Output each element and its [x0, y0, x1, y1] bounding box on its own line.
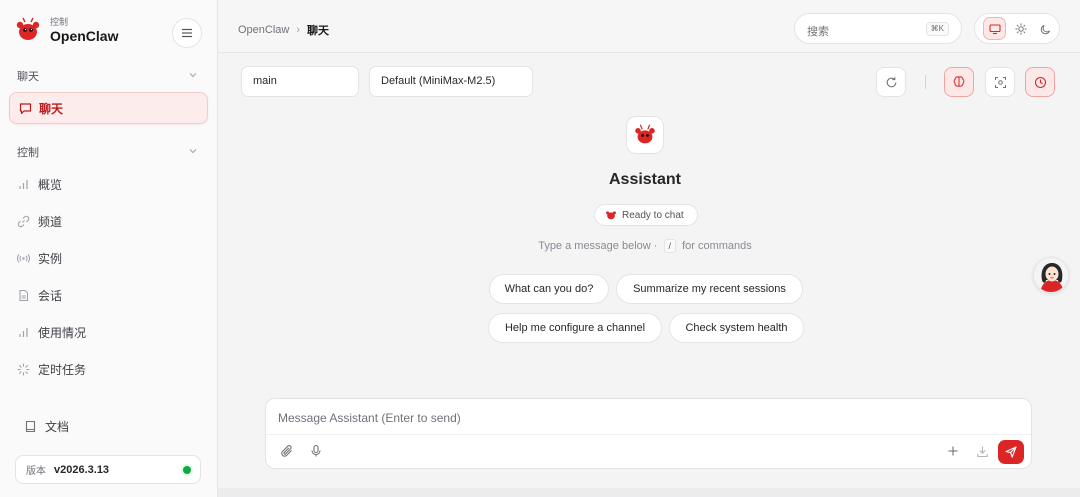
- sidebar-item-label: 聊天: [39, 101, 64, 116]
- sidebar-item-chat[interactable]: 聊天: [9, 92, 208, 124]
- sidebar-item-overview[interactable]: 概览: [17, 174, 62, 194]
- paperclip-icon: [281, 445, 292, 457]
- radio-signal-icon: [17, 253, 30, 263]
- suggestion-chip[interactable]: Summarize my recent sessions: [616, 274, 803, 304]
- theme-system-button[interactable]: [983, 17, 1006, 40]
- lobster-logo-icon: [606, 211, 616, 220]
- thinking-toggle-button[interactable]: [944, 67, 974, 97]
- chevron-down-icon[interactable]: [188, 146, 198, 156]
- sidebar-item-label: 频道: [38, 214, 63, 229]
- chat-bubble-icon: [19, 102, 32, 114]
- slash-key: /: [663, 239, 677, 253]
- sidebar-item-channels[interactable]: 频道: [17, 211, 62, 231]
- bar-chart-icon: [19, 327, 28, 337]
- sidebar-item-sessions[interactable]: 会话: [17, 285, 62, 305]
- version-badge: 版本 v2026.3.13: [15, 455, 201, 484]
- session-select[interactable]: main: [241, 66, 359, 97]
- breadcrumb: OpenClaw › 聊天: [238, 22, 329, 38]
- breadcrumb-current: 聊天: [307, 25, 330, 37]
- menu-icon: [182, 28, 192, 38]
- search-input[interactable]: 搜索 ⌘K: [794, 13, 962, 44]
- status-indicator: [183, 466, 191, 474]
- search-shortcut: ⌘K: [925, 22, 949, 36]
- sidebar-item-label: 概览: [38, 177, 63, 192]
- sun-icon: [1014, 22, 1027, 35]
- download-icon: [976, 446, 988, 457]
- assistant-avatar: [626, 116, 664, 154]
- breadcrumb-separator-icon: ›: [296, 24, 301, 36]
- attach-button[interactable]: [279, 443, 295, 459]
- assistant-name: Assistant: [608, 171, 682, 188]
- search-placeholder: 搜索: [807, 26, 829, 38]
- document-icon: [19, 289, 29, 301]
- version-label: 版本: [26, 466, 46, 477]
- section-chat-label[interactable]: 聊天: [17, 68, 39, 84]
- toolbar-divider: [925, 75, 926, 89]
- lobster-logo-icon: [635, 124, 655, 144]
- voice-input-button[interactable]: [308, 443, 324, 459]
- sidebar-item-label: 定时任务: [38, 362, 87, 377]
- sidebar-item-label: 会话: [38, 288, 63, 303]
- message-composer[interactable]: Message Assistant (Enter to send): [265, 398, 1032, 469]
- sidebar-toggle-button[interactable]: [172, 18, 202, 48]
- book-icon: [25, 420, 36, 433]
- user-avatar-icon: [1034, 258, 1068, 292]
- section-control-label[interactable]: 控制: [17, 144, 39, 160]
- history-button[interactable]: [1025, 67, 1055, 97]
- message-input[interactable]: Message Assistant (Enter to send): [278, 411, 461, 425]
- sidebar-item-usage[interactable]: 使用情况: [17, 322, 86, 342]
- brain-icon: [953, 76, 965, 87]
- moon-icon: [1040, 24, 1050, 34]
- new-item-button[interactable]: [945, 443, 961, 459]
- refresh-icon: [886, 76, 896, 87]
- theme-light-button[interactable]: [1009, 17, 1032, 40]
- brand-subtitle: 控制: [50, 16, 69, 27]
- status-badge: Ready to chat: [594, 204, 698, 226]
- topbar: OpenClaw › 聊天 搜索 ⌘K: [218, 0, 1080, 53]
- breadcrumb-root[interactable]: OpenClaw: [238, 24, 289, 36]
- monitor-icon: [988, 23, 1001, 34]
- sidebar: 控制 OpenClaw 聊天 聊天 控制 概览 频道 实例 会话 使用情况 定时…: [0, 0, 218, 497]
- sidebar-item-cron[interactable]: 定时任务: [17, 359, 86, 379]
- hint-text-before: Type a message below ·: [538, 240, 658, 252]
- suggestion-chip[interactable]: Check system health: [669, 313, 804, 343]
- link-icon: [17, 215, 30, 227]
- download-button[interactable]: [974, 443, 990, 459]
- lobster-logo-icon: [16, 17, 40, 40]
- focus-mode-button[interactable]: [985, 67, 1015, 97]
- suggestion-chip[interactable]: Help me configure a channel: [488, 313, 662, 343]
- status-text: Ready to chat: [622, 209, 684, 221]
- theme-dark-button[interactable]: [1034, 17, 1057, 40]
- brand[interactable]: 控制 OpenClaw: [14, 16, 118, 44]
- bar-chart-icon: [19, 179, 28, 189]
- hint-text-after: for commands: [682, 240, 752, 252]
- sidebar-docs-link[interactable]: 文档: [24, 418, 69, 435]
- focus-icon: [994, 76, 1006, 88]
- user-avatar[interactable]: [1033, 257, 1069, 293]
- loader-icon: [17, 362, 30, 376]
- clock-icon: [1034, 76, 1046, 88]
- bottom-edge: [218, 488, 1080, 497]
- send-button[interactable]: [998, 440, 1024, 464]
- model-select[interactable]: Default (MiniMax-M2.5): [369, 66, 533, 97]
- version-value: v2026.3.13: [54, 463, 110, 476]
- microphone-icon: [311, 444, 321, 457]
- refresh-button[interactable]: [876, 67, 906, 97]
- send-icon: [1005, 446, 1017, 458]
- sidebar-item-instances[interactable]: 实例: [17, 248, 62, 268]
- brand-name: OpenClaw: [50, 27, 119, 44]
- composer-divider: [266, 434, 1031, 435]
- suggestion-chip[interactable]: What can you do?: [489, 274, 609, 304]
- sidebar-item-label: 使用情况: [38, 325, 87, 340]
- chevron-down-icon[interactable]: [188, 70, 198, 80]
- theme-switcher: [974, 13, 1060, 44]
- sidebar-item-label: 实例: [38, 251, 63, 266]
- docs-label: 文档: [45, 420, 70, 434]
- command-hint: Type a message below · / for commands: [500, 239, 790, 253]
- plus-icon: [948, 446, 958, 456]
